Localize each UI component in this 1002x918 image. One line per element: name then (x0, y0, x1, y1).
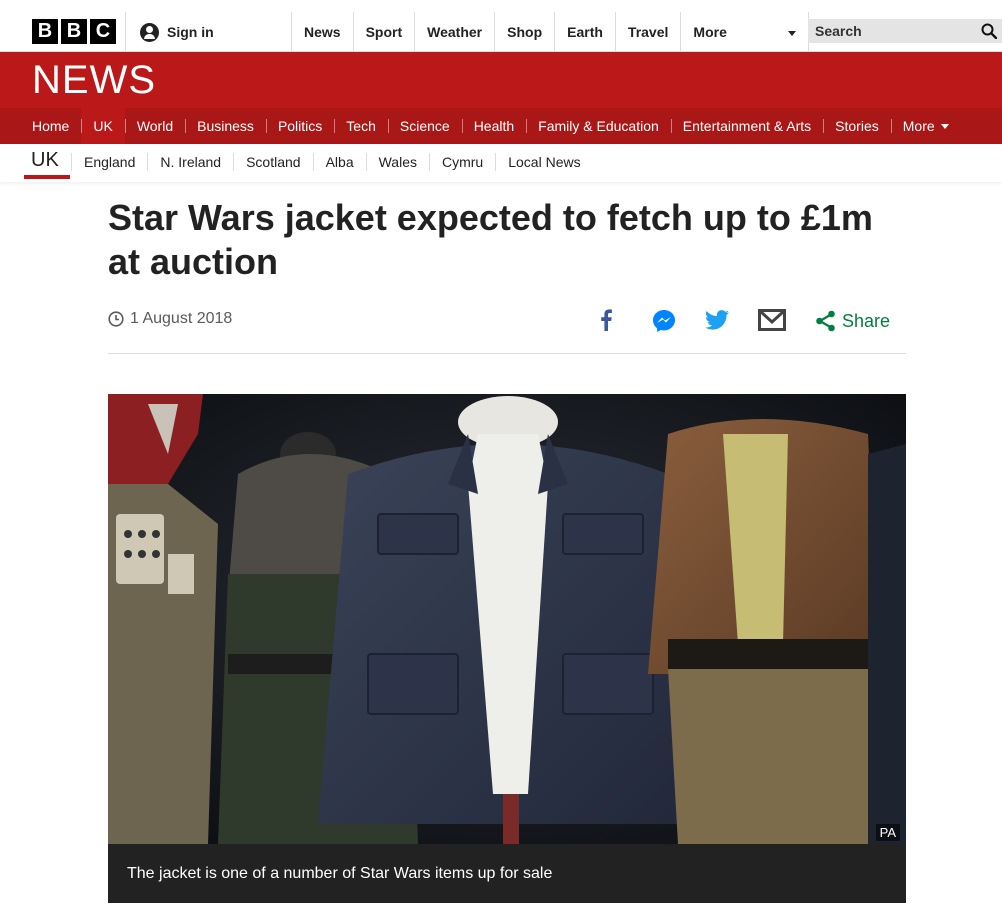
topnav-more-button[interactable]: More (680, 12, 810, 52)
section-more-label: More (902, 118, 935, 134)
meta-divider (108, 353, 906, 354)
section-nav: Home UK World Business Politics Tech Sci… (0, 108, 1002, 144)
news-banner: NEWS (0, 52, 1002, 108)
clock-icon (108, 311, 124, 327)
subnav-cymru[interactable]: Cymru (429, 153, 495, 171)
subnav-local-news[interactable]: Local News (495, 153, 592, 171)
sign-in-link[interactable]: Sign in (125, 12, 214, 52)
twitter-icon[interactable] (705, 309, 729, 331)
subnav-links: England N. Ireland Scotland Alba Wales C… (71, 153, 593, 171)
sign-in-label: Sign in (167, 24, 214, 40)
masthead: B B C Sign in News Sport Weather Shop Ea… (0, 0, 1002, 52)
topnav-more-label: More (693, 24, 727, 40)
topnav-travel[interactable]: Travel (614, 12, 680, 52)
share-tools: Share (595, 306, 895, 336)
section-world[interactable]: World (124, 108, 185, 144)
section-science[interactable]: Science (387, 108, 462, 144)
search-icon[interactable] (981, 23, 997, 39)
top-nav: News Sport Weather Shop Earth Travel Mor… (291, 12, 810, 52)
search-placeholder: Search (815, 23, 862, 39)
section-home[interactable]: Home (20, 108, 81, 144)
chevron-down-icon (788, 30, 797, 36)
section-more-button[interactable]: More (890, 108, 961, 144)
topnav-earth[interactable]: Earth (554, 12, 615, 52)
subnav-current-uk[interactable]: UK (24, 149, 70, 179)
topnav-news[interactable]: News (291, 12, 353, 52)
bbc-logo-letter: B (61, 19, 87, 44)
chevron-down-icon (940, 123, 949, 129)
section-business[interactable]: Business (185, 108, 266, 144)
section-stories[interactable]: Stories (823, 108, 891, 144)
section-health[interactable]: Health (461, 108, 526, 144)
subnav-wales[interactable]: Wales (365, 153, 429, 171)
facebook-icon[interactable] (599, 309, 613, 331)
subnav-scotland[interactable]: Scotland (233, 153, 312, 171)
share-icon[interactable] (815, 310, 837, 332)
image-caption: The jacket is one of a number of Star Wa… (108, 844, 906, 903)
uk-subnav: UK England N. Ireland Scotland Alba Wale… (0, 144, 1002, 182)
article-headline: Star Wars jacket expected to fetch up to… (108, 197, 873, 282)
star-wars-costumes-photo (108, 394, 906, 844)
subnav-alba[interactable]: Alba (312, 153, 366, 171)
news-logo[interactable]: NEWS (32, 58, 156, 103)
section-politics[interactable]: Politics (265, 108, 334, 144)
search-input[interactable]: Search (808, 19, 1002, 43)
section-family-education[interactable]: Family & Education (526, 108, 671, 144)
article-image: PA (108, 394, 906, 844)
section-tech[interactable]: Tech (334, 108, 388, 144)
bbc-logo-letter: B (32, 19, 58, 44)
subnav-n-ireland[interactable]: N. Ireland (147, 153, 233, 171)
image-credit: PA (875, 824, 900, 841)
topnav-weather[interactable]: Weather (414, 12, 494, 52)
section-entertainment-arts[interactable]: Entertainment & Arts (670, 108, 823, 144)
section-uk[interactable]: UK (81, 108, 126, 144)
share-button[interactable]: Share (842, 311, 890, 332)
bbc-logo-letter: C (90, 19, 116, 44)
article-meta: 1 August 2018 (108, 310, 232, 328)
email-icon[interactable] (758, 309, 786, 331)
topnav-shop[interactable]: Shop (494, 12, 554, 52)
subnav-england[interactable]: England (71, 153, 147, 171)
bbc-logo[interactable]: B B C (32, 19, 116, 44)
article-date: 1 August 2018 (130, 310, 233, 327)
user-icon (140, 22, 159, 42)
messenger-icon[interactable] (652, 309, 676, 333)
topnav-sport[interactable]: Sport (352, 12, 415, 52)
